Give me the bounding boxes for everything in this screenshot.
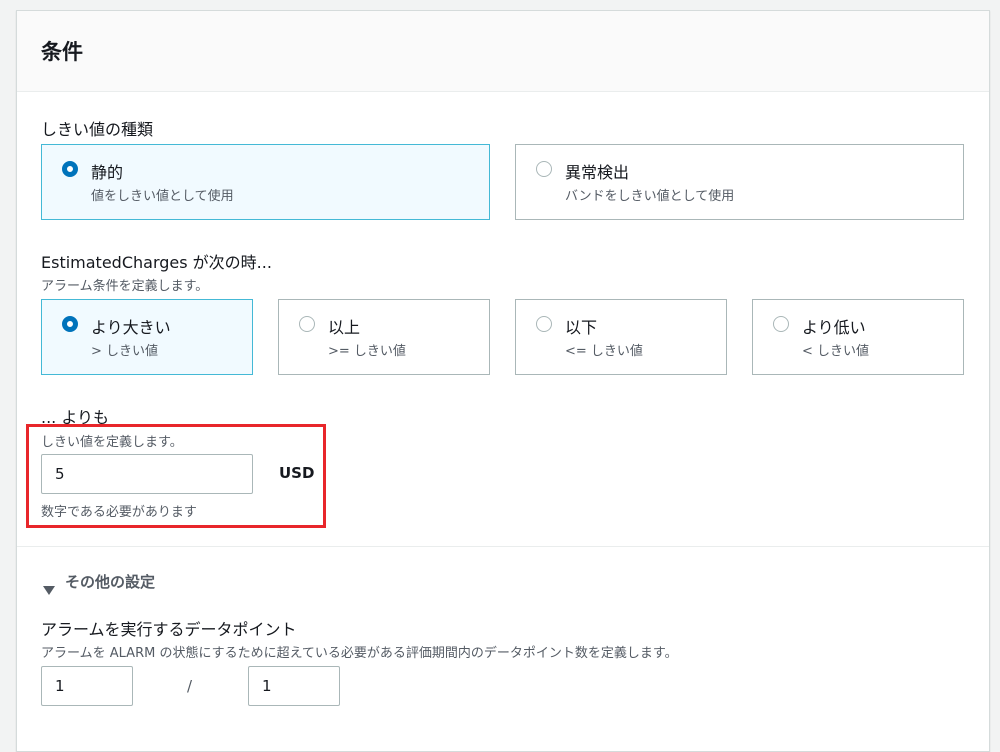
anomaly-radio[interactable] bbox=[536, 161, 552, 177]
anomaly-option-label: 異常検出 bbox=[565, 163, 630, 182]
greater-equal-option-desc: >= しきい値 bbox=[328, 344, 406, 359]
anomaly-option-desc: バンドをしきい値として使用 bbox=[565, 189, 735, 204]
static-radio[interactable] bbox=[62, 161, 78, 177]
condition-label: EstimatedCharges が次の時... bbox=[41, 253, 272, 272]
panel-header: 条件 bbox=[17, 11, 989, 92]
less-equal-radio[interactable] bbox=[536, 316, 552, 332]
section-divider bbox=[17, 546, 989, 547]
datapoints-label: アラームを実行するデータポイント bbox=[41, 620, 297, 639]
panel-title: 条件 bbox=[41, 40, 83, 64]
lower-option-label: より低い bbox=[802, 318, 866, 337]
static-option-desc: 値をしきい値として使用 bbox=[91, 189, 234, 204]
additional-settings-toggle[interactable]: その他の設定 bbox=[65, 571, 155, 592]
evaluation-period-input[interactable]: 1 bbox=[248, 666, 340, 706]
greater-equal-radio[interactable] bbox=[299, 316, 315, 332]
datapoints-separator: / bbox=[187, 677, 193, 695]
condition-desc: アラーム条件を定義します。 bbox=[41, 279, 209, 294]
less-equal-option-desc: <= しきい値 bbox=[565, 344, 643, 359]
annotation-highlight-box bbox=[26, 424, 326, 528]
datapoints-desc: アラームを ALARM の状態にするために超えている必要がある評価期間内のデータ… bbox=[41, 646, 678, 661]
less-equal-option-label: 以下 bbox=[565, 318, 598, 337]
lower-radio[interactable] bbox=[773, 316, 789, 332]
condition-less-equal-option[interactable]: 以下 <= しきい値 bbox=[515, 299, 727, 375]
greater-radio[interactable] bbox=[62, 316, 78, 332]
condition-lower-option[interactable]: より低い < しきい値 bbox=[752, 299, 964, 375]
greater-option-desc: > しきい値 bbox=[91, 344, 159, 359]
threshold-type-anomaly-option[interactable]: 異常検出 バンドをしきい値として使用 bbox=[515, 144, 964, 220]
condition-greater-option[interactable]: より大きい > しきい値 bbox=[41, 299, 253, 375]
greater-equal-option-label: 以上 bbox=[328, 318, 361, 337]
greater-option-label: より大きい bbox=[91, 318, 171, 337]
expand-caret-icon[interactable] bbox=[43, 586, 55, 595]
conditions-panel: 条件 しきい値の種類 静的 値をしきい値として使用 異常検出 バンドをしきい値と… bbox=[16, 10, 990, 752]
condition-greater-equal-option[interactable]: 以上 >= しきい値 bbox=[278, 299, 490, 375]
lower-option-desc: < しきい値 bbox=[802, 344, 870, 359]
static-option-label: 静的 bbox=[91, 163, 124, 182]
threshold-type-static-option[interactable]: 静的 値をしきい値として使用 bbox=[41, 144, 490, 220]
threshold-type-label: しきい値の種類 bbox=[41, 120, 154, 139]
datapoints-input[interactable]: 1 bbox=[41, 666, 133, 706]
